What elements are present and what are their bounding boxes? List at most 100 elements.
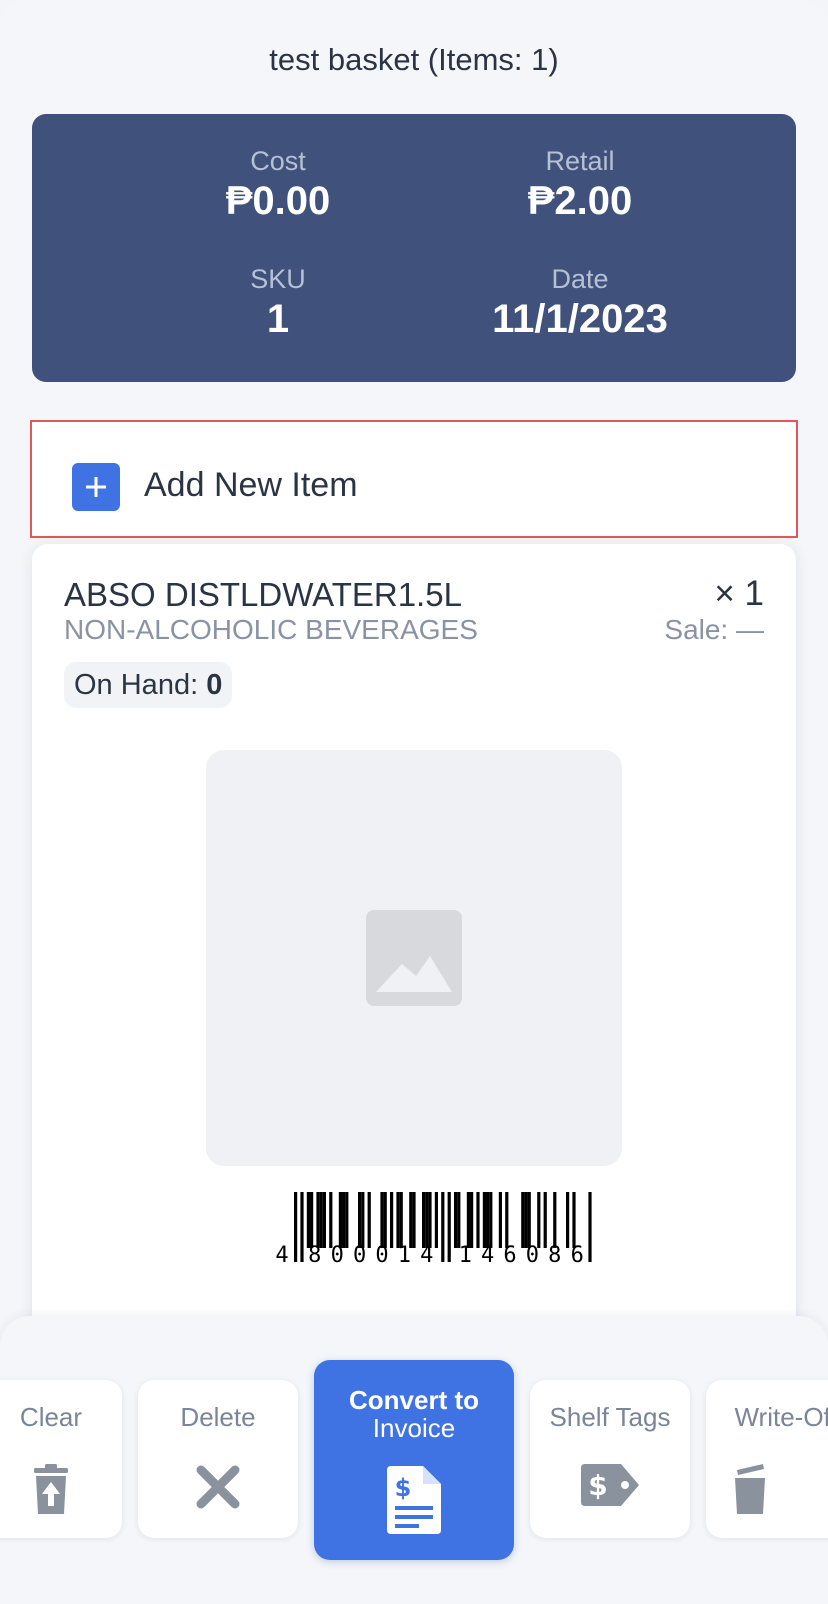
trash-open-icon bbox=[735, 1464, 765, 1514]
barcode-bar bbox=[521, 1192, 525, 1248]
cost-stat: Cost ₱0.00 bbox=[128, 146, 428, 224]
barcode-bar bbox=[316, 1192, 320, 1248]
barcode-bar bbox=[476, 1192, 480, 1248]
barcode-bar bbox=[454, 1192, 458, 1248]
barcode-bar bbox=[380, 1192, 384, 1248]
barcode-bar bbox=[338, 1192, 342, 1248]
barcode-bar bbox=[498, 1192, 502, 1248]
barcode-bar bbox=[588, 1192, 592, 1262]
item-name: ABSO DISTLDWATER1.5L bbox=[64, 576, 462, 613]
cost-label: Cost bbox=[250, 146, 306, 176]
convert-label-line2: Invoice bbox=[372, 1413, 456, 1443]
barcode-bar bbox=[457, 1192, 461, 1248]
plus-icon bbox=[72, 463, 120, 511]
barcode-bar bbox=[489, 1192, 493, 1248]
barcode-bar bbox=[466, 1192, 470, 1248]
cost-value: ₱0.00 bbox=[225, 179, 331, 223]
trash-icon bbox=[34, 1464, 68, 1514]
barcode-bar bbox=[434, 1192, 438, 1248]
on-hand-label: On Hand: bbox=[74, 669, 199, 701]
barcode-digit: 0 bbox=[375, 1243, 388, 1264]
clear-label: Clear bbox=[19, 1402, 83, 1432]
delete-button[interactable]: Delete bbox=[138, 1380, 298, 1538]
barcode-bar bbox=[345, 1192, 349, 1248]
on-hand-value: 0 bbox=[206, 669, 223, 701]
sku-value: 1 bbox=[266, 297, 290, 341]
barcode-digit: 1 bbox=[398, 1243, 411, 1264]
convert-label: Convert to Invoice bbox=[314, 1386, 514, 1442]
basket-summary-card: Cost ₱0.00 Retail ₱2.00 SKU 1 Date 11/1/… bbox=[32, 114, 796, 382]
barcode-bar bbox=[527, 1192, 531, 1248]
barcode-bar bbox=[422, 1192, 426, 1248]
barcode-bar bbox=[300, 1192, 304, 1262]
clear-button[interactable]: Clear bbox=[0, 1380, 122, 1538]
barcode-digit: 6 bbox=[571, 1243, 584, 1264]
barcode-bar bbox=[524, 1192, 528, 1248]
barcode-bar bbox=[428, 1192, 432, 1248]
svg-text:$: $ bbox=[588, 1469, 607, 1502]
shelf-tags-label: Shelf Tags bbox=[549, 1402, 671, 1432]
barcode-bar bbox=[482, 1192, 486, 1248]
barcode-bar bbox=[543, 1192, 547, 1248]
retail-stat: Retail ₱2.00 bbox=[430, 146, 730, 224]
barcode-bar bbox=[399, 1192, 403, 1248]
barcode-bar bbox=[470, 1192, 474, 1248]
convert-to-invoice-button[interactable]: Convert to Invoice $ bbox=[314, 1360, 514, 1560]
barcode-bar bbox=[361, 1192, 365, 1248]
barcode-bar bbox=[358, 1192, 362, 1248]
barcode-bar bbox=[383, 1192, 387, 1248]
on-hand-badge: On Hand: 0 bbox=[64, 662, 233, 708]
item-image[interactable] bbox=[206, 750, 622, 1166]
barcode-bar bbox=[412, 1192, 416, 1248]
barcode-bar bbox=[396, 1192, 400, 1248]
date-value: 11/1/2023 bbox=[492, 297, 668, 341]
barcode-bar bbox=[319, 1192, 323, 1248]
close-icon bbox=[196, 1465, 240, 1509]
barcode-digit: 6 bbox=[503, 1243, 516, 1264]
delete-label: Delete bbox=[180, 1402, 256, 1432]
barcode-digit: 8 bbox=[548, 1243, 561, 1264]
barcode-bar bbox=[390, 1192, 394, 1248]
barcode-bar bbox=[294, 1192, 298, 1262]
barcode-digit: 8 bbox=[308, 1243, 321, 1264]
tag-icon: $ bbox=[581, 1464, 639, 1506]
barcode-bar bbox=[486, 1192, 490, 1248]
barcode-digit: 1 bbox=[459, 1243, 472, 1264]
add-new-item-label: Add New Item bbox=[144, 466, 358, 504]
convert-label-line1: Convert to bbox=[349, 1385, 479, 1415]
item-sale: Sale: — bbox=[664, 614, 764, 645]
barcode-digit: 0 bbox=[331, 1243, 344, 1264]
item-quantity[interactable]: × 1 bbox=[714, 574, 764, 614]
barcode-bar bbox=[310, 1192, 314, 1248]
barcode-bar bbox=[409, 1192, 413, 1248]
sku-stat: SKU 1 bbox=[128, 264, 428, 342]
barcode-digit: 4 bbox=[481, 1243, 494, 1264]
item-category: NON-ALCOHOLIC BEVERAGES bbox=[64, 614, 478, 645]
barcode-digit: 0 bbox=[353, 1243, 366, 1264]
action-bar: Clear Delete Convert to Invoice $ Shelf … bbox=[0, 1316, 828, 1604]
barcode-bar bbox=[342, 1192, 346, 1248]
write-off-button[interactable]: Write-Off bbox=[706, 1380, 828, 1538]
barcode-bar bbox=[505, 1192, 509, 1248]
retail-label: Retail bbox=[545, 146, 615, 176]
barcode-bar bbox=[322, 1192, 326, 1248]
image-placeholder-icon bbox=[366, 910, 462, 1006]
barcode-bar bbox=[441, 1192, 445, 1262]
barcode-bar bbox=[572, 1192, 576, 1248]
barcode-bar bbox=[566, 1192, 570, 1248]
basket-title: test basket (Items: 1) bbox=[269, 42, 559, 77]
date-stat: Date 11/1/2023 bbox=[430, 264, 730, 342]
svg-text:$: $ bbox=[395, 1474, 412, 1502]
add-new-item-button[interactable]: Add New Item bbox=[30, 420, 798, 538]
barcode-bar bbox=[367, 1192, 371, 1248]
basket-sheet: test basket (Items: 1) Cost ₱0.00 Retail… bbox=[0, 0, 828, 1604]
barcode-bar bbox=[537, 1192, 541, 1248]
barcode-bar bbox=[306, 1192, 310, 1248]
barcode-bar bbox=[447, 1192, 451, 1262]
retail-value: ₱2.00 bbox=[527, 179, 633, 223]
barcode-digit: 4 bbox=[420, 1243, 433, 1264]
invoice-icon: $ bbox=[387, 1466, 441, 1534]
date-label: Date bbox=[551, 264, 609, 294]
barcode-digit: 0 bbox=[526, 1243, 539, 1264]
barcode-bar bbox=[553, 1192, 557, 1248]
